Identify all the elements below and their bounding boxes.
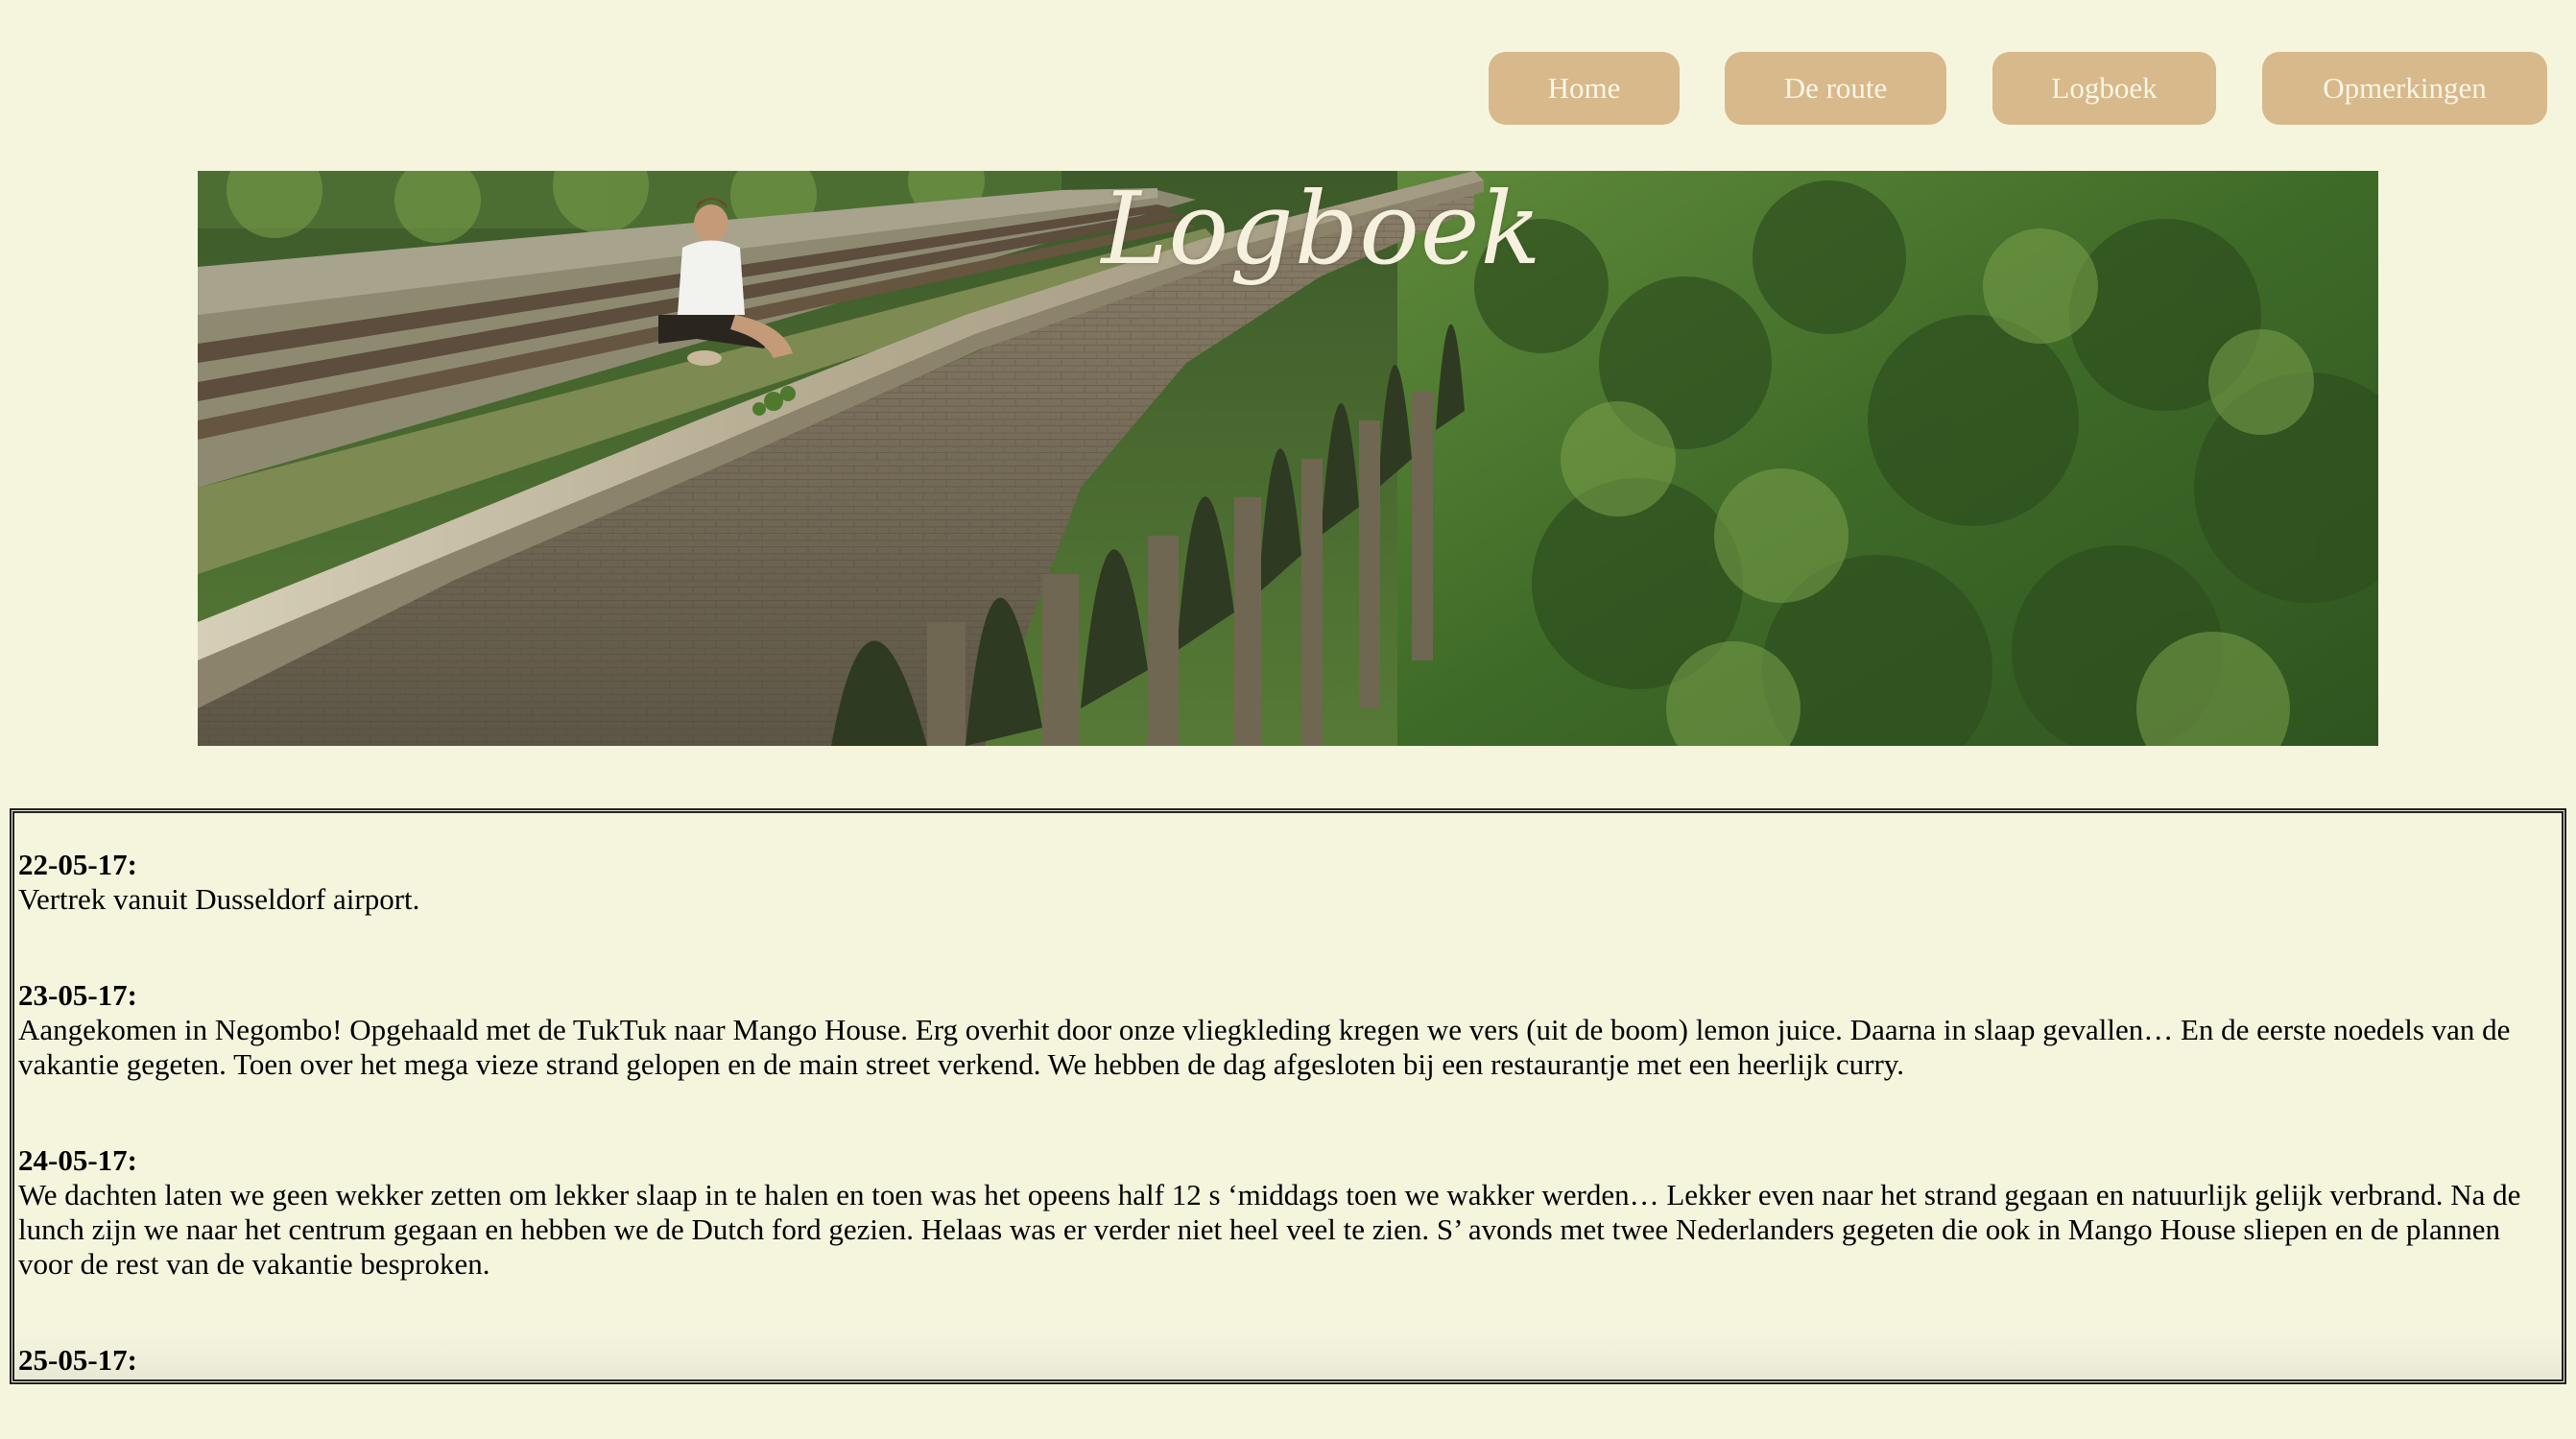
entry-text: Vertrek vanuit Dusseldorf airport. bbox=[18, 882, 420, 916]
entry-date: 24-05-17: bbox=[18, 1143, 137, 1177]
log-entry: 25-05-17: bbox=[18, 1343, 2562, 1378]
logbook-entries: 22-05-17: Vertrek vanuit Dusseldorf airp… bbox=[18, 848, 2562, 1439]
entry-text: We dachten laten we geen wekker zetten o… bbox=[18, 1178, 2521, 1281]
nav-home-button[interactable]: Home bbox=[1489, 52, 1680, 125]
nav-de-route-button[interactable]: De route bbox=[1725, 52, 1946, 125]
main-nav: Home De route Logboek Opmerkingen bbox=[0, 52, 2576, 125]
nav-opmerkingen-button[interactable]: Opmerkingen bbox=[2262, 52, 2547, 125]
banner-title: Logboek bbox=[1101, 171, 1542, 287]
entry-text: Aangekomen in Negombo! Opgehaald met de … bbox=[18, 1013, 2511, 1081]
entry-date: 22-05-17: bbox=[18, 848, 137, 881]
entry-date: 23-05-17: bbox=[18, 978, 137, 1012]
nav-logboek-button[interactable]: Logboek bbox=[1992, 52, 2216, 125]
logbook-container: 22-05-17: Vertrek vanuit Dusseldorf airp… bbox=[10, 808, 2566, 1384]
entry-date: 25-05-17: bbox=[18, 1343, 137, 1377]
log-entry: 22-05-17: Vertrek vanuit Dusseldorf airp… bbox=[18, 848, 2562, 917]
log-entry: 23-05-17: Aangekomen in Negombo! Opgehaa… bbox=[18, 978, 2562, 1082]
log-entry: 24-05-17: We dachten laten we geen wekke… bbox=[18, 1143, 2562, 1282]
header-banner: Logboek bbox=[198, 171, 2378, 746]
